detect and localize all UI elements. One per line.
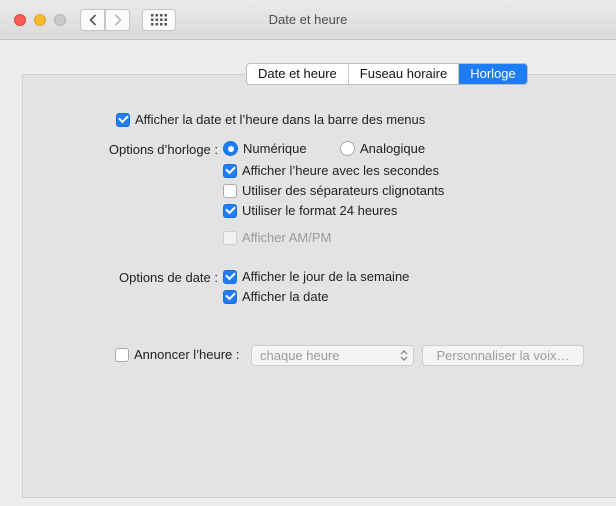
up-down-chevron-icon (400, 350, 408, 361)
show-ampm-option: Afficher AM/PM (223, 230, 331, 245)
analog-label: Analogique (360, 141, 426, 156)
window-title: Date et heure (268, 12, 348, 27)
show-in-menubar-option[interactable]: Afficher la date et l’heure dans la barr… (116, 112, 425, 127)
show-date-option[interactable]: Afficher la date (223, 289, 328, 304)
show-ampm-checkbox (223, 230, 237, 245)
analog-option[interactable]: Analogique (340, 141, 425, 156)
flash-separators-checkbox[interactable] (223, 183, 237, 198)
clock-options-label: Options d’horloge : (108, 142, 218, 157)
show-date-label: Afficher la date (242, 289, 329, 304)
title-bar: Date et heure (0, 0, 616, 40)
show-seconds-label: Afficher l’heure avec les secondes (242, 163, 440, 178)
clock-panel (22, 74, 616, 498)
tab-clock[interactable]: Horloge (459, 64, 527, 84)
digital-radio[interactable] (223, 141, 238, 156)
digital-option[interactable]: Numérique (223, 141, 307, 156)
tab-bar: Date et heure Fuseau horaire Horloge (246, 63, 528, 85)
show-in-menubar-checkbox[interactable] (116, 112, 130, 127)
show-seconds-option[interactable]: Afficher l’heure avec les secondes (223, 163, 439, 178)
announce-time-label: Annoncer l’heure : (134, 347, 240, 362)
show-weekday-label: Afficher le jour de la semaine (242, 269, 410, 284)
date-options-label: Options de date : (118, 270, 218, 285)
flash-separators-label: Utiliser des séparateurs clignotants (242, 183, 445, 198)
digital-label: Numérique (243, 141, 307, 156)
show-in-menubar-label: Afficher la date et l’heure dans la barr… (135, 112, 426, 127)
show-weekday-checkbox[interactable] (223, 269, 237, 284)
tab-time-zone[interactable]: Fuseau horaire (349, 64, 460, 84)
flash-separators-option[interactable]: Utiliser des séparateurs clignotants (223, 183, 444, 198)
announce-time-option[interactable]: Annoncer l’heure : (115, 347, 240, 362)
show-weekday-option[interactable]: Afficher le jour de la semaine (223, 269, 409, 284)
announce-time-checkbox[interactable] (115, 347, 129, 362)
use-24h-option[interactable]: Utiliser le format 24 heures (223, 203, 397, 218)
customize-voice-button: Personnaliser la voix… (422, 345, 584, 366)
tab-date-time[interactable]: Date et heure (247, 64, 349, 84)
announce-interval-select: chaque heure (251, 345, 414, 366)
show-ampm-label: Afficher AM/PM (242, 230, 332, 245)
show-date-checkbox[interactable] (223, 289, 237, 304)
use-24h-checkbox[interactable] (223, 203, 237, 218)
analog-radio[interactable] (340, 141, 355, 156)
announce-interval-value: chaque heure (260, 348, 340, 363)
show-seconds-checkbox[interactable] (223, 163, 237, 178)
use-24h-label: Utiliser le format 24 heures (242, 203, 398, 218)
